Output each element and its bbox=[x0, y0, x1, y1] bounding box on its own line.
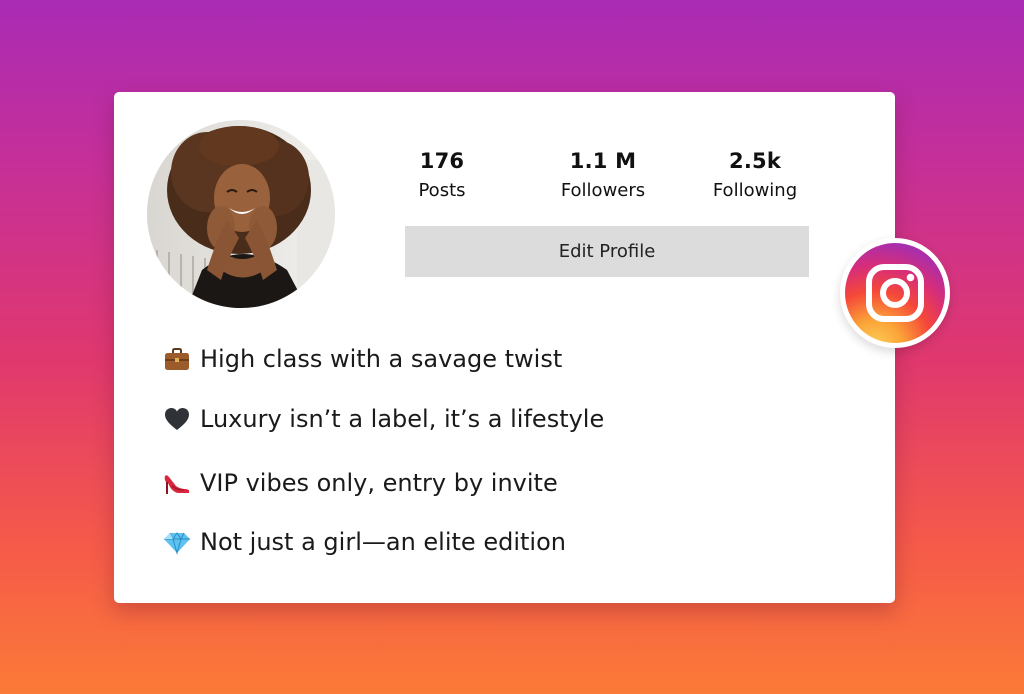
instagram-badge[interactable] bbox=[840, 238, 950, 348]
bio-text: Luxury isn’t a label, it’s a lifestyle bbox=[200, 405, 605, 433]
gem-icon bbox=[162, 527, 192, 557]
posts-label: Posts bbox=[418, 180, 466, 201]
edit-profile-button[interactable]: Edit Profile bbox=[405, 226, 809, 277]
stat-posts[interactable]: 176 Posts bbox=[390, 148, 494, 204]
bio-line: Not just a girl—an elite edition bbox=[162, 527, 566, 557]
followers-label: Followers bbox=[560, 180, 646, 201]
bio-line: VIP vibes only, entry by invite bbox=[162, 468, 558, 498]
posts-count: 176 bbox=[419, 149, 465, 173]
high-heel-icon bbox=[162, 468, 192, 498]
following-label: Following bbox=[712, 180, 798, 201]
instagram-icon bbox=[866, 264, 924, 322]
stat-following[interactable]: 2.5k Following bbox=[692, 148, 818, 204]
stat-followers[interactable]: 1.1 M Followers bbox=[538, 148, 668, 204]
black-heart-icon bbox=[162, 404, 192, 434]
bio-line: High class with a savage twist bbox=[162, 344, 562, 374]
bio-line: Luxury isn’t a label, it’s a lifestyle bbox=[162, 404, 604, 434]
following-count: 2.5k bbox=[729, 149, 781, 173]
briefcase-icon bbox=[162, 344, 192, 374]
followers-count: 1.1 M bbox=[569, 149, 637, 173]
profile-card: 176 Posts 1.1 M Followers 2.5k Following… bbox=[114, 92, 895, 603]
avatar[interactable] bbox=[147, 120, 335, 308]
bio-text: VIP vibes only, entry by invite bbox=[200, 469, 558, 497]
bio-text: High class with a savage twist bbox=[200, 345, 563, 373]
bio-text: Not just a girl—an elite edition bbox=[200, 528, 566, 556]
